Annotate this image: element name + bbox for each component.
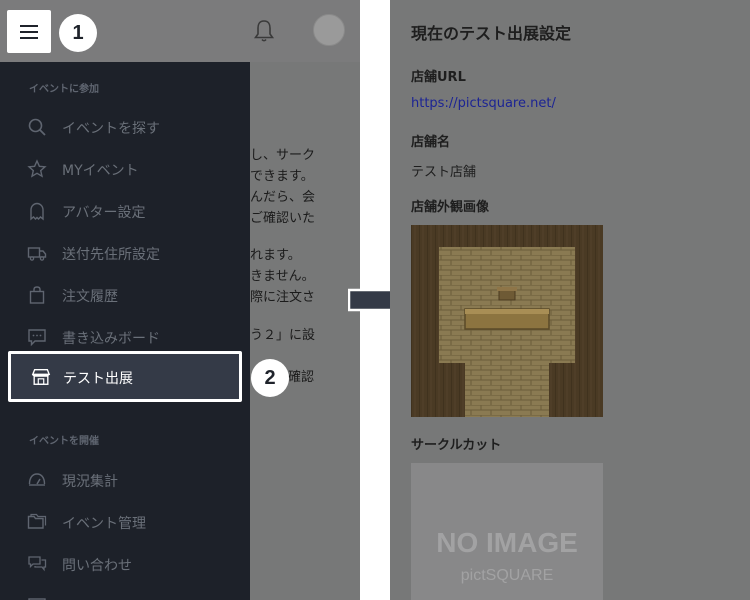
- ghost-icon: [30, 202, 44, 221]
- page-title: 現在のテスト出展設定: [411, 24, 572, 43]
- gauge-icon: [28, 473, 46, 486]
- menu-item-label: アバター設定: [62, 205, 146, 221]
- menu-item-status-summary[interactable]: 現況集計: [0, 459, 250, 501]
- menu-item-label: MYイベント: [62, 163, 139, 179]
- menu-item-order-history[interactable]: 注文履歴: [0, 274, 250, 316]
- circle-cut-label: サークルカット: [411, 438, 502, 453]
- step-badge-2: 2: [251, 359, 289, 397]
- right-screenshot: 現在のテスト出展設定 店舗URL https://pictsquare.net/…: [390, 0, 750, 600]
- search-icon: [28, 118, 46, 136]
- bg-line: んだら、会: [250, 190, 316, 205]
- bg-line: ご確認いた: [250, 211, 316, 226]
- folder-icon: [27, 513, 47, 529]
- menu-item-label: イベント管理: [62, 516, 146, 532]
- bg-line: う２」に設: [250, 328, 316, 343]
- step-badge-1: 1: [59, 14, 97, 52]
- menu-item-label: 現況集計: [62, 474, 118, 490]
- bg-line: れます。: [250, 248, 301, 263]
- section-heading-join: イベントに参加: [29, 84, 99, 95]
- no-image-text: NO IMAGE: [436, 527, 578, 558]
- chat-icon: [28, 329, 46, 347]
- menu-item-label: テスト出展: [63, 371, 133, 387]
- menu-item-partial: [0, 585, 250, 600]
- navigation-drawer: イベントに参加 イベントを探す MYイベント アバター設定 送付先住所設定 注文…: [0, 62, 250, 600]
- menu-item-label: 注文履歴: [62, 289, 118, 305]
- bg-line: 際に注文さ: [250, 290, 316, 305]
- section-heading-host: イベントを開催: [29, 436, 99, 447]
- left-screenshot: 1 し、サーク できます。 んだら、会 ご確認いた れます。 きません。 際に注…: [0, 0, 360, 600]
- bg-line: きません。: [250, 269, 315, 284]
- background-page-text: し、サーク できます。 んだら、会 ご確認いた れます。 きません。 際に注文さ…: [250, 0, 360, 600]
- menu-item-event-management[interactable]: イベント管理: [0, 501, 250, 543]
- shop-icon: [31, 369, 51, 385]
- bg-line: 確認: [288, 370, 315, 385]
- menu-item-my-events[interactable]: MYイベント: [0, 148, 250, 190]
- menu-item-avatar-settings[interactable]: アバター設定: [0, 190, 250, 232]
- circle-cut-placeholder: NO IMAGE pictSQUARE: [411, 463, 603, 600]
- shop-url-label: 店舗URL: [411, 70, 466, 85]
- menu-item-test-exhibit[interactable]: テスト出展: [8, 351, 242, 402]
- menu-item-label: イベントを探す: [62, 121, 160, 137]
- shop-exterior-label: 店舗外観画像: [411, 200, 490, 215]
- inquiry-icon: [28, 556, 47, 572]
- hamburger-menu-button[interactable]: [7, 10, 51, 53]
- menu-item-label: 書き込みボード: [62, 331, 160, 347]
- shop-name-value: テスト店舗: [411, 165, 477, 180]
- pictsquare-logo-text: pictSQUARE: [460, 567, 554, 584]
- menu-item-find-events[interactable]: イベントを探す: [0, 106, 250, 148]
- menu-item-label: 送付先住所設定: [62, 247, 160, 263]
- menu-item-shipping-address[interactable]: 送付先住所設定: [0, 232, 250, 274]
- list-icon: [28, 598, 46, 600]
- bg-line: できます。: [250, 169, 314, 184]
- shop-url-link[interactable]: https://pictsquare.net/: [411, 96, 556, 111]
- menu-item-inquiry[interactable]: 問い合わせ: [0, 543, 250, 585]
- star-icon: [27, 159, 47, 178]
- bag-icon: [29, 286, 45, 304]
- shop-name-label: 店舗名: [411, 135, 451, 150]
- shop-exterior-image: [411, 225, 603, 417]
- truck-icon: [27, 247, 47, 261]
- menu-item-label: 問い合わせ: [62, 558, 132, 574]
- bg-line: し、サーク: [250, 148, 316, 163]
